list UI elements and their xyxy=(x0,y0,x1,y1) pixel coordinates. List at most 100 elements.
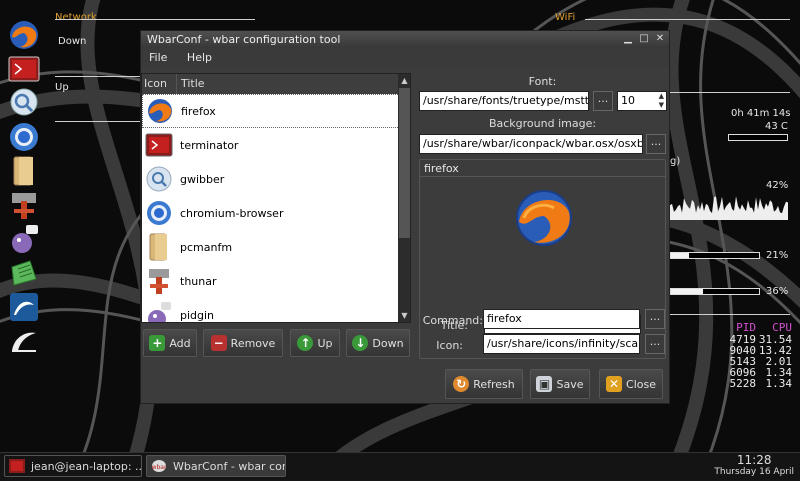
refresh-button[interactable]: ↻ Refresh xyxy=(445,369,523,399)
process-row: 5228 1.34 xyxy=(726,376,793,390)
close-x-icon: ✕ xyxy=(606,376,623,392)
swap-bar xyxy=(670,288,760,295)
column-icon-header[interactable]: Icon xyxy=(142,74,177,94)
dock-thunar[interactable] xyxy=(6,188,42,222)
list-item[interactable]: firefox xyxy=(142,94,410,128)
list-item-title: pcmanfm xyxy=(180,240,233,254)
up-button-label: Up xyxy=(317,336,333,350)
font-size-spinner[interactable]: 10 ▲ ▼ xyxy=(617,91,667,111)
minus-icon: − xyxy=(210,335,227,351)
network-up-label: Up xyxy=(55,82,69,93)
list-item[interactable]: chromium-browser xyxy=(142,196,410,230)
item-list[interactable]: Icon Title firefox terminator gwibber ch… xyxy=(141,73,411,323)
memory-percent: 21% xyxy=(766,250,789,261)
down-button-label: Down xyxy=(372,336,404,350)
group-title: firefox xyxy=(424,162,459,175)
close-window-button[interactable]: ✕ xyxy=(653,32,667,46)
cpu-percent: 42% xyxy=(766,180,789,191)
down-button[interactable]: ↓ Down xyxy=(346,329,410,357)
list-item[interactable]: pcmanfm xyxy=(142,230,410,264)
dock-terminator[interactable] xyxy=(6,52,42,86)
dock-chromium[interactable] xyxy=(6,120,42,154)
pcmanfm-icon xyxy=(149,233,167,261)
scroll-down-arrow-icon[interactable]: ▼ xyxy=(398,309,410,322)
gwibber-icon xyxy=(10,88,38,116)
remove-button[interactable]: − Remove xyxy=(203,329,283,357)
thunar-icon xyxy=(149,269,169,294)
minimize-button[interactable]: ▁ xyxy=(621,32,635,46)
window-titlebar[interactable]: WbarConf - wbar configuration tool ▁ □ ✕ xyxy=(141,31,669,48)
process-pid: 5228 xyxy=(729,376,757,390)
dock-pidgin[interactable] xyxy=(6,222,42,256)
arrow-down-icon: ↓ xyxy=(352,335,369,351)
arrow-up-icon: ↑ xyxy=(297,335,314,351)
list-scrollbar[interactable]: ▲ ▼ xyxy=(398,74,410,322)
network-divider xyxy=(55,19,255,20)
chromium-icon xyxy=(10,123,38,151)
close-button[interactable]: ✕ Close xyxy=(599,369,663,399)
pidgin-icon xyxy=(148,302,171,322)
scrollbar-thumb[interactable] xyxy=(399,88,410,238)
menu-file[interactable]: File xyxy=(149,51,167,64)
spinner-arrows-icon[interactable]: ▲ ▼ xyxy=(659,92,664,110)
refresh-button-label: Refresh xyxy=(473,377,515,391)
font-path-field[interactable]: /usr/share/fonts/truetype/msttcorefonts xyxy=(419,91,589,111)
pidgin-icon xyxy=(12,225,38,253)
cpu-paren-text: g) xyxy=(670,156,681,167)
down-divider xyxy=(55,76,143,77)
command-browse-button[interactable]: ... xyxy=(645,309,665,329)
save-button[interactable]: ▣ Save xyxy=(530,369,590,399)
add-button[interactable]: + Add xyxy=(143,329,197,357)
text-editor-icon xyxy=(11,260,37,286)
background-image-label: Background image: xyxy=(488,117,597,130)
icon-browse-button[interactable]: ... xyxy=(645,334,665,354)
dock-gwibber[interactable] xyxy=(6,86,42,120)
list-item-title: firefox xyxy=(181,104,216,118)
network-down-label: Down xyxy=(58,36,87,47)
background-browse-button[interactable]: ... xyxy=(646,134,666,154)
wifi-heading: WiFi xyxy=(555,12,576,23)
list-item[interactable]: gwibber xyxy=(142,162,410,196)
font-browse-button[interactable]: ... xyxy=(593,91,613,111)
thunar-icon xyxy=(12,193,36,219)
firefox-icon xyxy=(516,190,572,246)
task-wbarconf[interactable]: wbar WbarConf - wbar con... xyxy=(146,455,286,477)
font-size-value: 10 xyxy=(621,94,635,107)
list-item-title: pidgin xyxy=(180,308,215,322)
taskbar: jean@jean-laptop: ... wbar WbarConf - wb… xyxy=(0,452,800,481)
list-item[interactable]: pidgin xyxy=(142,298,410,322)
maximize-button[interactable]: □ xyxy=(637,32,651,46)
list-item-title: thunar xyxy=(180,274,217,288)
dock-wireshark[interactable] xyxy=(6,290,42,324)
chromium-icon xyxy=(147,201,171,225)
wireshark-icon xyxy=(10,293,38,321)
dock-firefox[interactable] xyxy=(6,18,42,52)
terminator-icon xyxy=(9,459,25,473)
process-cpu: 1.34 xyxy=(765,376,793,390)
background-path-field[interactable]: /usr/share/wbar/iconpack/wbar.osx/osxbar… xyxy=(419,134,643,154)
list-item[interactable]: terminator xyxy=(142,128,410,162)
menu-help[interactable]: Help xyxy=(187,51,212,64)
wbarconf-window: WbarConf - wbar configuration tool ▁ □ ✕… xyxy=(140,30,670,404)
list-item[interactable]: thunar xyxy=(142,264,410,298)
icon-path-field[interactable]: /usr/share/icons/infinity/scalable/apps/… xyxy=(483,334,640,354)
command-field[interactable]: firefox xyxy=(483,309,640,329)
dock-text-editor[interactable] xyxy=(6,256,42,290)
firefox-icon xyxy=(148,99,172,123)
uptime-value: 0h 41m 14s xyxy=(731,108,791,119)
column-title-header[interactable]: Title xyxy=(177,74,205,94)
list-header: Icon Title xyxy=(142,74,410,94)
dock-shell[interactable] xyxy=(6,324,42,358)
task-terminal[interactable]: jean@jean-laptop: ... xyxy=(4,455,142,477)
list-item-title: gwibber xyxy=(180,172,225,186)
dock-pcmanfm[interactable] xyxy=(6,154,42,188)
up-button[interactable]: ↑ Up xyxy=(290,329,340,357)
system-divider xyxy=(670,92,790,93)
group-divider xyxy=(420,176,665,177)
scroll-up-arrow-icon[interactable]: ▲ xyxy=(398,74,410,87)
menubar: File Help xyxy=(141,48,669,68)
task-terminal-label: jean@jean-laptop: ... xyxy=(31,460,142,473)
terminator-icon xyxy=(8,56,40,82)
add-button-label: Add xyxy=(169,336,191,350)
clock[interactable]: 11:28 Thursday 16 April xyxy=(714,453,794,478)
